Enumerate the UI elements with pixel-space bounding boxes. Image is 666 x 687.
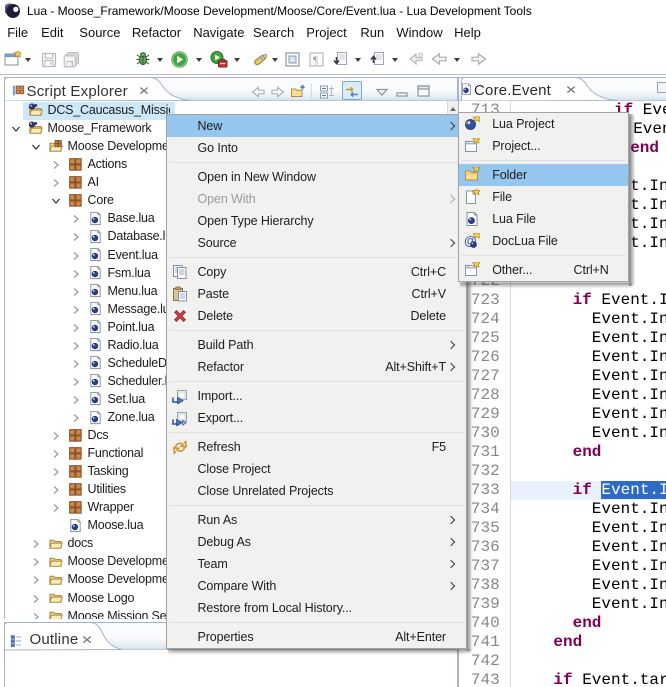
svg-text:¶: ¶ [313, 54, 318, 66]
